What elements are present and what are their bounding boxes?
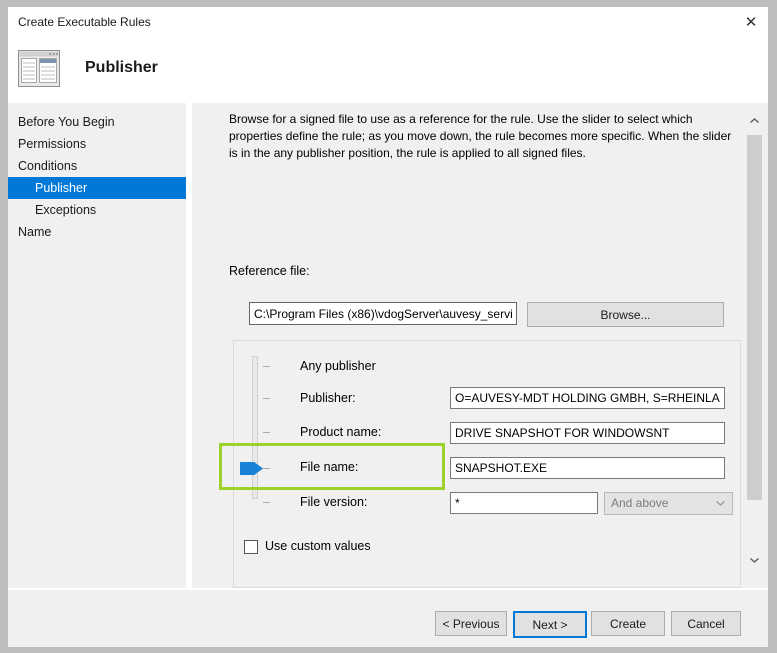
use-custom-values-checkbox[interactable] — [244, 540, 258, 554]
scrollbar-thumb[interactable] — [747, 135, 762, 500]
sidebar-item-publisher[interactable]: Publisher — [8, 177, 186, 199]
sidebar-item-exceptions[interactable]: Exceptions — [8, 199, 186, 221]
next-button[interactable]: Next > — [513, 611, 587, 638]
file-version-value-input[interactable] — [450, 492, 598, 514]
wizard-window-icon — [18, 50, 60, 92]
sidebar-item-before-you-begin[interactable]: Before You Begin — [8, 111, 186, 133]
publisher-value-input[interactable] — [450, 387, 725, 409]
reference-file-input[interactable] — [249, 302, 517, 325]
product-name-value-input[interactable] — [450, 422, 725, 444]
and-above-dropdown: And above — [604, 492, 733, 515]
slider-tick — [263, 502, 270, 503]
scroll-up-icon — [750, 118, 759, 123]
create-executable-rules-dialog: Create Executable Rules ✕ Publisher Befo… — [8, 7, 768, 645]
slider-tick — [263, 432, 270, 433]
sidebar-item-permissions[interactable]: Permissions — [8, 133, 186, 155]
scroll-up-button[interactable] — [746, 110, 763, 127]
page-title: Publisher — [85, 59, 158, 77]
and-above-dropdown-value: And above — [611, 496, 668, 510]
scroll-down-icon — [750, 558, 759, 563]
window-title: Create Executable Rules — [18, 15, 151, 29]
chevron-down-icon — [716, 501, 725, 506]
create-button[interactable]: Create — [591, 611, 665, 636]
vertical-scrollbar[interactable] — [746, 110, 763, 580]
sidebar-item-conditions[interactable]: Conditions — [8, 155, 186, 177]
dialog-button-bar: < Previous Next > Create Cancel — [8, 588, 768, 647]
wizard-steps-sidebar: Before You Begin Permissions Conditions … — [8, 103, 192, 596]
scroll-down-button[interactable] — [746, 550, 763, 567]
publisher-step-content: Browse for a signed file to use as a ref… — [192, 103, 768, 588]
cancel-button[interactable]: Cancel — [671, 611, 741, 636]
file-version-label: File version: — [300, 495, 367, 509]
step-description: Browse for a signed file to use as a ref… — [229, 111, 741, 162]
browse-button[interactable]: Browse... — [527, 302, 724, 327]
close-icon[interactable]: ✕ — [740, 12, 762, 34]
product-name-label: Product name: — [300, 425, 381, 439]
publisher-label: Publisher: — [300, 391, 356, 405]
previous-button[interactable]: < Previous — [435, 611, 507, 636]
slider-tick — [263, 366, 270, 367]
sidebar-item-name[interactable]: Name — [8, 221, 186, 243]
use-custom-values-label: Use custom values — [265, 539, 371, 553]
file-name-value-input[interactable] — [450, 457, 725, 479]
file-name-highlight-annotation — [219, 443, 445, 490]
screenshot-frame: Create Executable Rules ✕ Publisher Befo… — [0, 0, 777, 653]
slider-tick — [263, 398, 270, 399]
any-publisher-label: Any publisher — [300, 359, 376, 373]
reference-file-label: Reference file: — [229, 264, 310, 278]
